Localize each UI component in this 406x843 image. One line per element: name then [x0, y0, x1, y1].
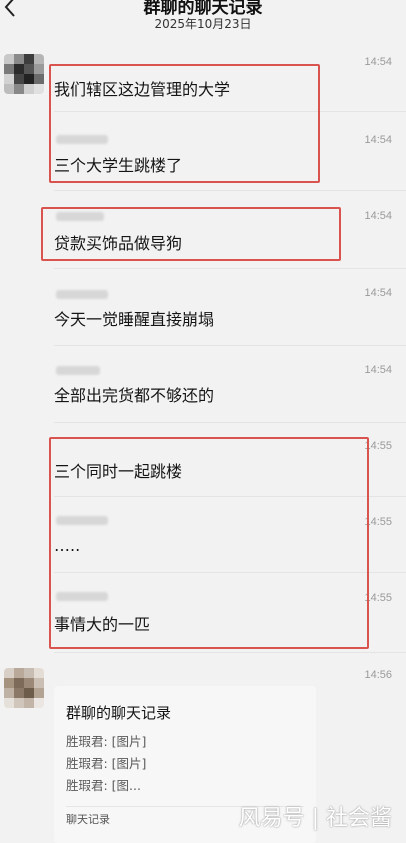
message-time: 14:54 [364, 364, 392, 376]
card-line: 胜瑕君: [图片] [66, 756, 147, 771]
sender-name-blurred [56, 290, 108, 299]
divider [54, 422, 406, 423]
card-footer: 聊天记录 [66, 813, 110, 826]
watermark: 风易号 | 社会酱 [238, 806, 392, 831]
divider [54, 652, 406, 653]
avatar[interactable] [4, 54, 44, 94]
message-text: 今天一觉睡醒直接崩塌 [54, 310, 215, 329]
header: 群聊的聊天记录 2025年10月23日 [0, 0, 406, 36]
avatar[interactable] [4, 668, 44, 708]
message-time: 14:54 [364, 134, 392, 146]
highlight-box [49, 64, 320, 183]
sender-name-blurred [56, 366, 100, 375]
card-line: 胜瑕君: [图... [66, 778, 141, 793]
highlight-box [49, 437, 369, 649]
card-title: 群聊的聊天记录 [66, 704, 172, 722]
message-time: 14:54 [364, 287, 392, 299]
divider [54, 345, 406, 346]
message-time: 14:56 [364, 669, 392, 681]
chat-date: 2025年10月23日 [154, 17, 252, 31]
divider [54, 190, 406, 191]
card-line: 胜瑕君: [图片] [66, 734, 147, 749]
message-time: 14:54 [364, 210, 392, 222]
message-text: 全部出完货都不够还的 [54, 386, 215, 405]
message-time: 14:54 [364, 56, 392, 68]
highlight-box [41, 207, 341, 261]
divider [54, 268, 406, 269]
